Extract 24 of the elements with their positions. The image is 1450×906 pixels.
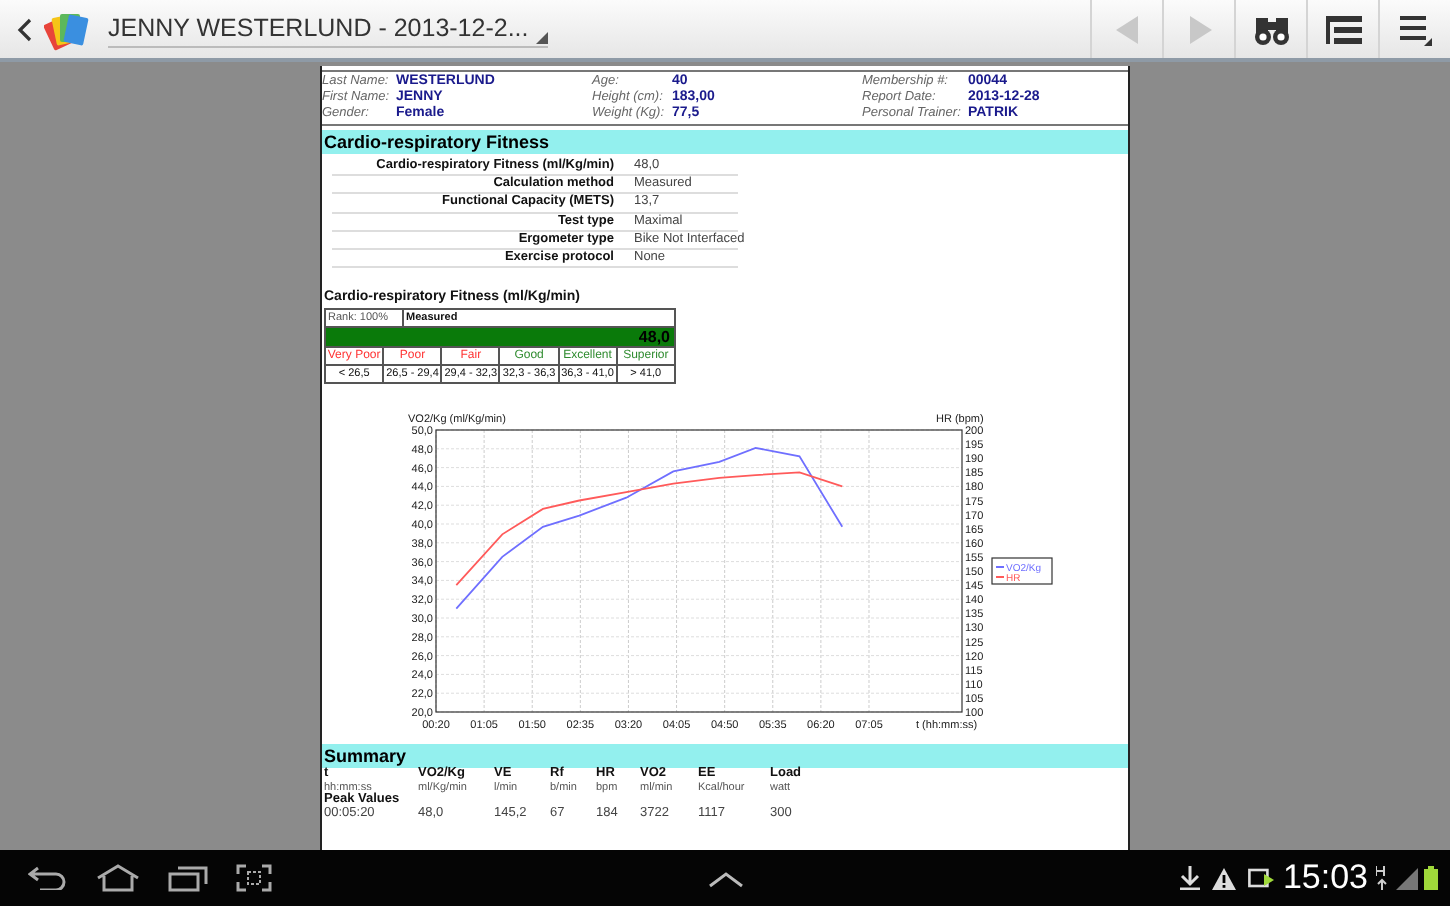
section-heading: Cardio-respiratory Fitness bbox=[322, 130, 1128, 154]
signal-icon bbox=[1396, 867, 1419, 889]
battery-icon bbox=[1424, 866, 1439, 890]
menu-icon bbox=[1399, 13, 1431, 45]
clock: 15:03 bbox=[1282, 858, 1369, 898]
binoculars-icon bbox=[1253, 13, 1289, 45]
back-icon[interactable] bbox=[28, 866, 68, 890]
chart-legend bbox=[991, 557, 1053, 586]
recent-apps-icon[interactable] bbox=[168, 865, 208, 891]
dropdown-icon[interactable] bbox=[536, 32, 549, 44]
sync-icon bbox=[1248, 867, 1275, 889]
back-icon[interactable] bbox=[16, 17, 32, 41]
previous-icon bbox=[1115, 15, 1139, 43]
network-icon bbox=[1376, 866, 1389, 890]
screenshot-icon[interactable] bbox=[236, 864, 272, 892]
score-value: 48,0 bbox=[638, 328, 670, 347]
caret-up-icon[interactable] bbox=[708, 869, 745, 887]
list-icon bbox=[1325, 15, 1361, 43]
document-title[interactable]: JENNY WESTERLUND - 2013-12-2... bbox=[108, 10, 549, 48]
warning-icon bbox=[1212, 867, 1237, 889]
download-icon bbox=[1180, 866, 1201, 890]
home-icon[interactable] bbox=[96, 864, 140, 892]
next-icon bbox=[1187, 15, 1211, 43]
section-heading: Summary bbox=[322, 744, 1128, 769]
